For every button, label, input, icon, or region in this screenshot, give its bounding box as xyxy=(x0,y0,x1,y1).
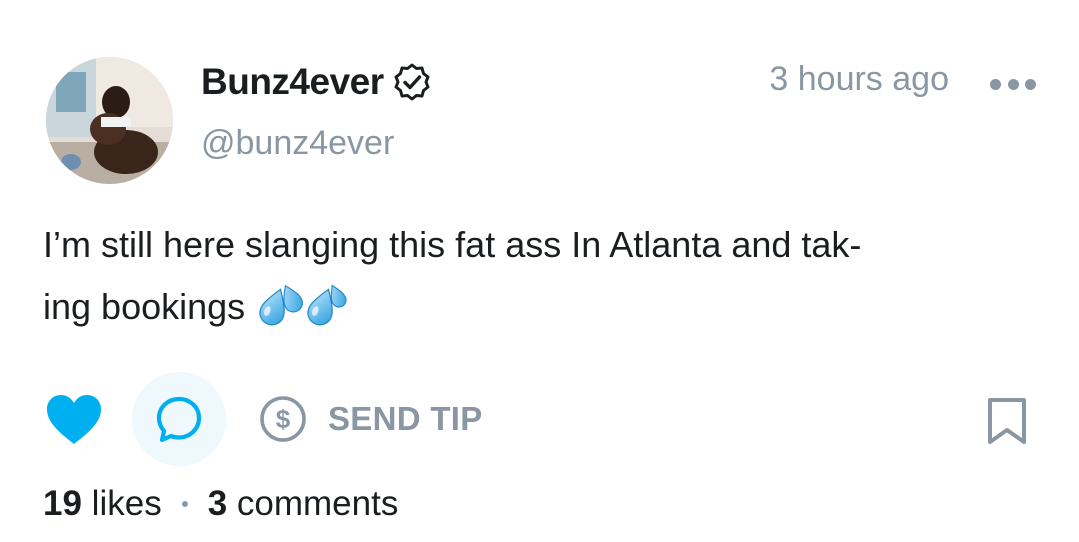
heart-icon[interactable] xyxy=(44,392,104,448)
dollar-circle-icon: $ xyxy=(260,396,306,442)
post-stats: 19 likes 3 comments xyxy=(43,484,398,524)
bookmark-icon[interactable] xyxy=(985,396,1029,446)
avatar[interactable] xyxy=(46,57,173,184)
post-timestamp[interactable]: 3 hours ago xyxy=(769,60,949,99)
comment-button[interactable] xyxy=(132,372,226,466)
display-name[interactable]: Bunz4ever xyxy=(201,61,384,103)
post-actions: $ SEND TIP xyxy=(0,370,1079,470)
more-options-icon[interactable] xyxy=(990,76,1036,92)
comments-label: comments xyxy=(236,484,399,523)
likes-count-value: 19 xyxy=(43,484,82,523)
comment-icon xyxy=(156,396,202,443)
send-tip-button[interactable]: $ SEND TIP xyxy=(258,394,483,444)
post-text-line-1: I’m still here slanging this fat ass In … xyxy=(43,224,862,265)
verified-badge-icon xyxy=(392,62,432,102)
sweat-droplets-emoji xyxy=(251,280,347,330)
stats-separator xyxy=(181,501,188,507)
send-tip-label: SEND TIP xyxy=(328,400,483,437)
post-text-line-2: ing bookings xyxy=(43,286,246,327)
username-handle[interactable]: @bunz4ever xyxy=(201,124,394,163)
author-name-row: Bunz4ever xyxy=(201,58,432,106)
post-text: I’m still here slanging this fat ass In … xyxy=(43,214,1023,338)
post-card: Bunz4ever @bunz4ever 3 hours ago I’m sti… xyxy=(0,0,1079,542)
likes-count[interactable]: 19 likes xyxy=(43,484,162,524)
svg-text:$: $ xyxy=(276,404,291,434)
likes-label: likes xyxy=(91,484,162,523)
comments-count[interactable]: 3 comments xyxy=(208,484,399,524)
comments-count-value: 3 xyxy=(207,484,228,523)
